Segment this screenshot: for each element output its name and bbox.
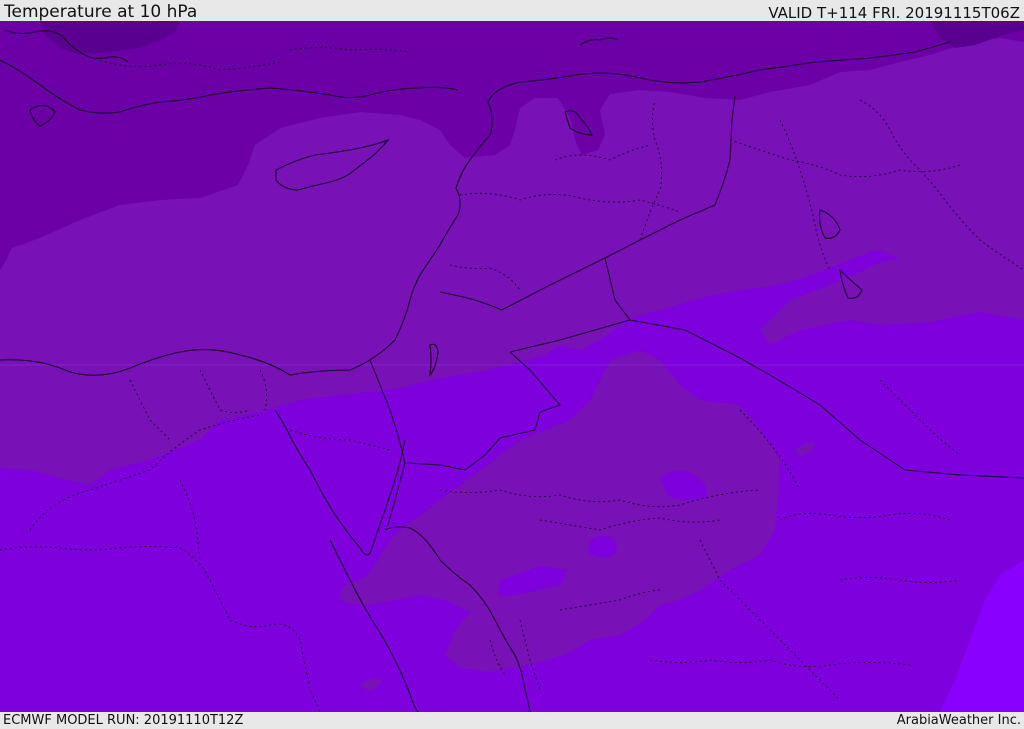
map-svg [0, 21, 1024, 712]
band-bright-spot-1 [588, 535, 617, 558]
temperature-map [0, 21, 1024, 712]
valid-time-label: VALID T+114 FRI. 20191115T06Z [768, 4, 1020, 22]
credit-label: ArabiaWeather Inc. [896, 713, 1021, 728]
model-run-label: ECMWF MODEL RUN: 20191110T12Z [3, 713, 244, 728]
map-footer: ECMWF MODEL RUN: 20191110T12Z ArabiaWeat… [0, 712, 1024, 729]
map-header: Temperature at 10 hPa VALID T+114 FRI. 2… [0, 0, 1024, 21]
map-title: Temperature at 10 hPa [4, 2, 198, 22]
